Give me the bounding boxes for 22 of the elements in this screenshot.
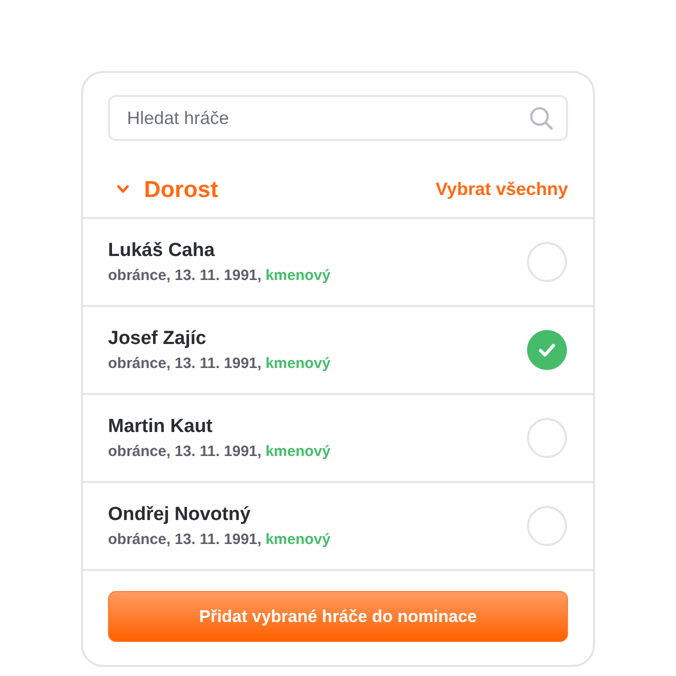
radio-circle[interactable] <box>527 242 567 282</box>
radio-circle[interactable] <box>527 506 567 546</box>
player-status: kmenový <box>265 266 330 286</box>
player-details: obránce, 13. 11. 1991, <box>108 442 262 462</box>
select-all-link[interactable]: Vybrat všechny <box>436 177 568 201</box>
search-field[interactable]: Hledat hráče <box>108 95 568 141</box>
radio-circle[interactable] <box>527 418 567 458</box>
player-name: Ondřej Novotný <box>108 502 251 526</box>
player-details: obránce, 13. 11. 1991, <box>108 530 262 550</box>
player-details: obránce, 13. 11. 1991, <box>108 354 262 374</box>
player-name: Martin Kaut <box>108 414 212 438</box>
player-name: Josef Zajíc <box>108 326 206 350</box>
add-to-nomination-button[interactable]: Přidat vybrané hráče do nominace <box>108 591 568 642</box>
player-status: kmenový <box>265 442 330 462</box>
player-details: obránce, 13. 11. 1991, <box>108 266 262 286</box>
chevron-icon[interactable] <box>116 182 130 196</box>
player-status: kmenový <box>265 354 330 374</box>
group-title[interactable]: Dorost <box>144 174 218 204</box>
player-status: kmenový <box>265 530 330 550</box>
search-icon[interactable] <box>529 106 553 130</box>
checked-circle-icon[interactable] <box>527 330 567 370</box>
player-name: Lukáš Caha <box>108 238 215 262</box>
